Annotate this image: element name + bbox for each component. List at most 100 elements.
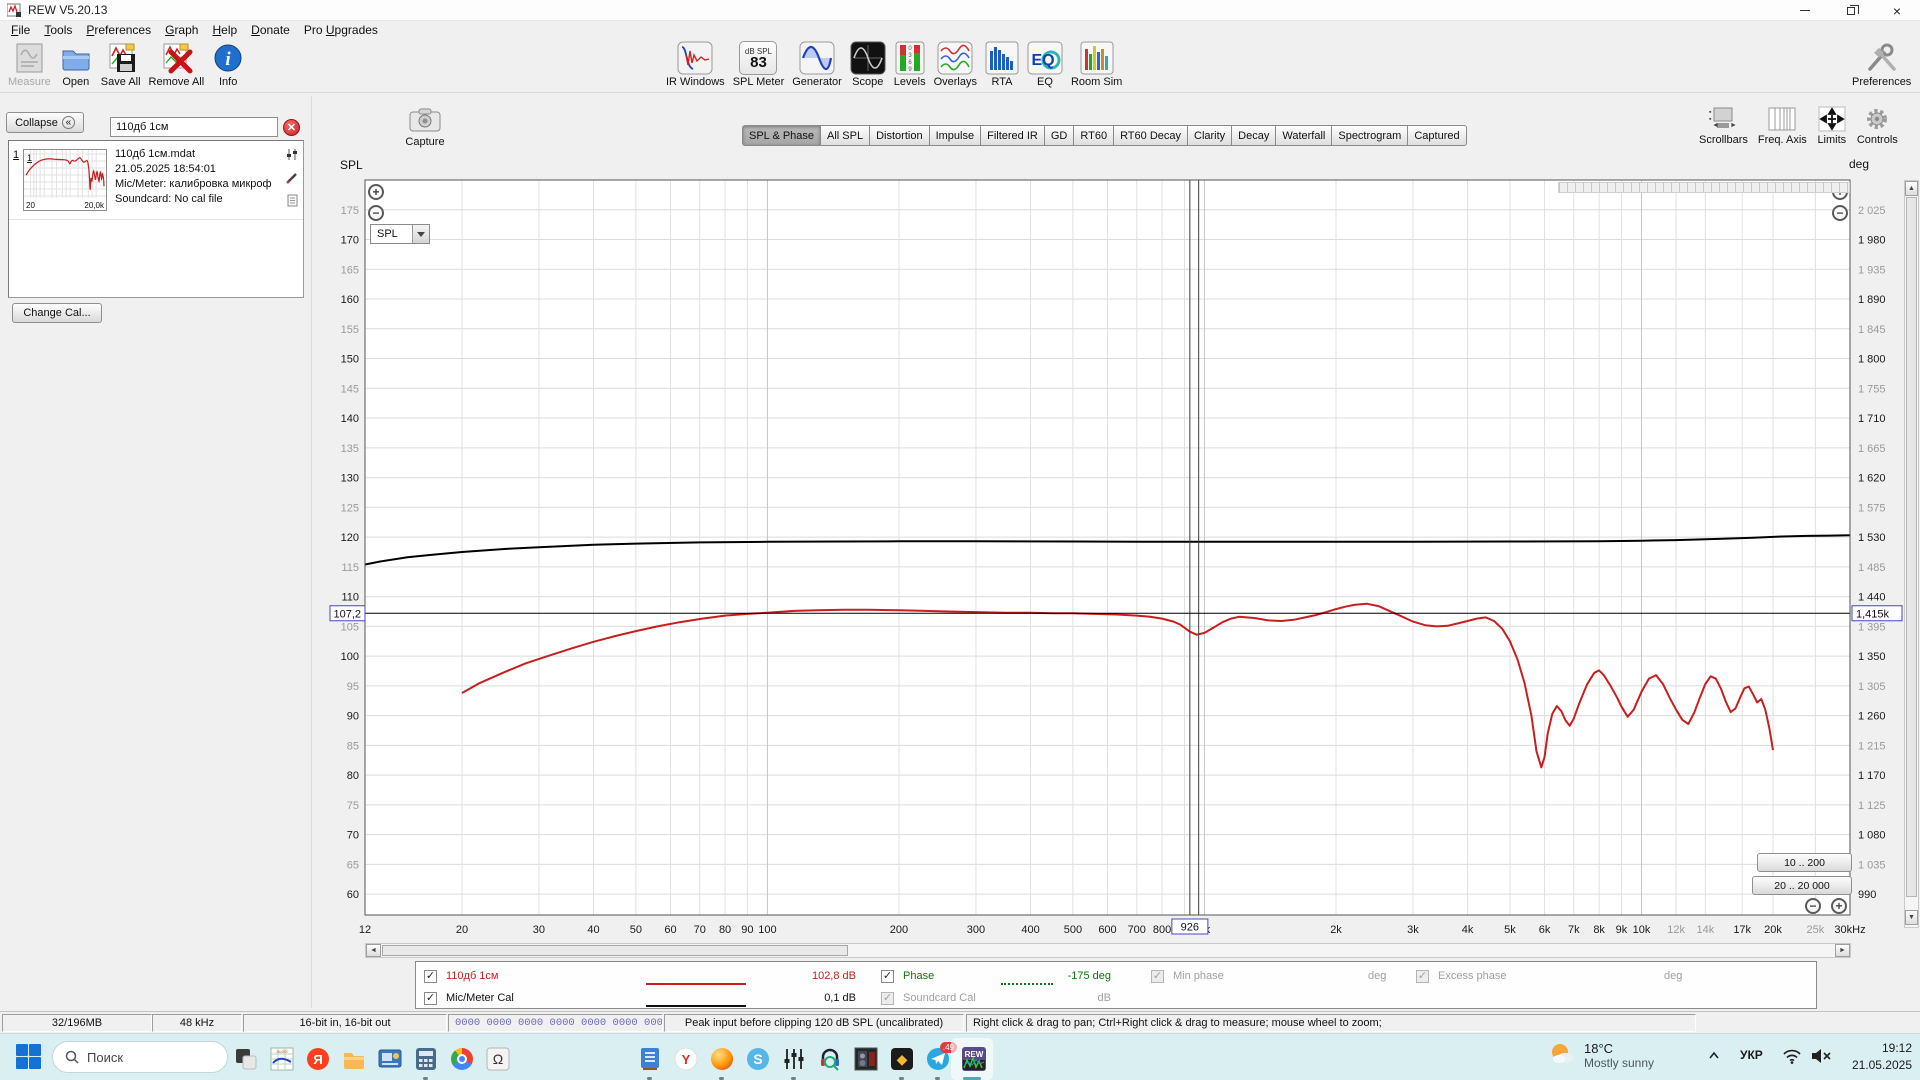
close-button[interactable]: × (1874, 0, 1920, 21)
scrollbars-button[interactable]: ◄►▪▪Scrollbars (1694, 104, 1753, 146)
menu-item-tools[interactable]: Tools (37, 22, 79, 38)
capture-button[interactable]: Capture (403, 108, 447, 148)
restore-button[interactable] (1828, 0, 1874, 21)
start-button[interactable] (16, 1044, 42, 1070)
taskbar-yandex-browser-icon[interactable]: Y (673, 1046, 699, 1072)
taskbar-audio-search-icon[interactable] (817, 1046, 843, 1072)
edit-pencil-icon[interactable] (285, 170, 299, 184)
tab-all-spl[interactable]: All SPL (821, 125, 870, 146)
top-scrollbar[interactable] (1558, 182, 1850, 193)
y-axis-label: 85 (347, 740, 359, 752)
zoom-out-y-icon[interactable]: − (368, 205, 384, 221)
title-bar: REW V5.20.13 × (0, 0, 1920, 21)
taskbar-telegram-icon[interactable]: .49 (925, 1046, 951, 1072)
toolbar-save-all-button[interactable]: Save All (97, 39, 145, 89)
legend-checkbox-phase[interactable]: ✓ (881, 967, 894, 985)
measurement-name-input[interactable]: 110дб 1см (110, 117, 278, 137)
taskbar-rew-app-icon[interactable]: REW (961, 1046, 987, 1072)
tab-spl-phase[interactable]: SPL & Phase (742, 125, 821, 146)
scroll-right-icon[interactable]: ► (1835, 944, 1850, 957)
trace-options-icon[interactable] (285, 147, 299, 161)
tab-waterfall[interactable]: Waterfall (1276, 125, 1332, 146)
taskbar-calculator-icon[interactable] (413, 1046, 439, 1072)
menu-item-pro-upgrades[interactable]: Pro Upgrades (297, 22, 385, 38)
menu-item-graph[interactable]: Graph (158, 22, 205, 38)
open-icon (59, 40, 93, 76)
clock[interactable]: 19:12 21.05.2025 (1840, 1040, 1912, 1074)
legend-checkbox-mic-meter-cal[interactable]: ✓ (424, 989, 437, 1007)
collapse-button[interactable]: Collapse « (6, 112, 84, 133)
change-cal-button[interactable]: Change Cal... (12, 303, 102, 323)
horizontal-scrollbar[interactable]: ◄ ► (365, 943, 1851, 958)
toolbar-scope-button[interactable]: Scope (846, 39, 890, 89)
volume-muted-icon[interactable] (1810, 1047, 1832, 1068)
remove-measurement-icon[interactable]: ✕ (283, 119, 300, 136)
tab-rt60-decay[interactable]: RT60 Decay (1114, 125, 1188, 146)
wifi-icon[interactable] (1782, 1047, 1802, 1068)
taskbar-chrome-icon[interactable] (449, 1046, 475, 1072)
taskbar-binance-icon[interactable]: ◆ (889, 1046, 915, 1072)
chevron-down-icon[interactable] (412, 225, 429, 243)
scroll-up-icon[interactable]: ▲ (1905, 181, 1918, 196)
toolbar-open-button[interactable]: Open (55, 39, 97, 89)
range-spl-button[interactable]: 10 .. 200 (1757, 853, 1852, 872)
zoom-out-right-icon[interactable]: − (1832, 205, 1848, 221)
toolbar-room-sim-button[interactable]: Room Sim (1067, 39, 1126, 89)
scroll-down-icon[interactable]: ▼ (1905, 910, 1918, 925)
taskbar-speaker-test-icon[interactable] (853, 1046, 879, 1072)
tab-clarity[interactable]: Clarity (1188, 125, 1232, 146)
menu-item-help[interactable]: Help (205, 22, 244, 38)
toolbar-overlays-button[interactable]: Overlays (930, 39, 981, 89)
tab-rt60[interactable]: RT60 (1074, 125, 1114, 146)
menu-item-preferences[interactable]: Preferences (79, 22, 158, 38)
range-freq-button[interactable]: 20 .. 20 000 (1752, 876, 1852, 895)
zoom-out-x-icon[interactable]: − (1805, 898, 1821, 914)
toolbar-generator-button[interactable]: Generator (788, 39, 846, 89)
vertical-scrollbar[interactable]: ▲ ▼ (1904, 180, 1919, 928)
legend-checkbox-110дб-1см[interactable]: ✓ (424, 967, 437, 985)
tab-filtered-ir[interactable]: Filtered IR (981, 125, 1045, 146)
toolbar-ir-windows-button[interactable]: IR Windows (662, 39, 729, 89)
menu-item-file[interactable]: File (4, 22, 37, 38)
notes-icon[interactable] (285, 193, 299, 207)
taskbar-skype-icon[interactable]: S (745, 1046, 771, 1072)
taskbar-omega-icon[interactable]: Ω (485, 1046, 511, 1072)
tab-spectrogram[interactable]: Spectrogram (1332, 125, 1408, 146)
minimize-button[interactable] (1782, 0, 1828, 21)
tab-captured[interactable]: Captured (1408, 125, 1466, 146)
measurement-thumbnail[interactable]: 12020,0k (23, 149, 107, 211)
toolbar-levels-button[interactable]: 0369Levels (890, 39, 930, 89)
toolbar-eq-button[interactable]: EQEQ (1023, 39, 1067, 89)
taskbar-display-panel-icon[interactable] (377, 1046, 403, 1072)
zoom-in-x-icon[interactable]: + (1831, 898, 1847, 914)
taskbar-spreadsheet-app-icon[interactable]: audol (269, 1046, 295, 1072)
trace-type-select[interactable]: SPL (370, 224, 430, 244)
limits-button[interactable]: Limits (1812, 104, 1852, 146)
tab-gd[interactable]: GD (1045, 125, 1075, 146)
search-input[interactable]: Поиск (52, 1041, 228, 1073)
toolbar-info-button[interactable]: iInfo (208, 39, 248, 89)
tab-impulse[interactable]: Impulse (930, 125, 982, 146)
language-indicator[interactable]: УКР (1740, 1048, 1763, 1062)
toolbar-spl-meter-button[interactable]: dB SPL83SPL Meter (729, 39, 789, 89)
tab-distortion[interactable]: Distortion (870, 125, 929, 146)
toolbar-rta-button[interactable]: RTA (981, 39, 1023, 89)
tray-expand-icon[interactable] (1706, 1048, 1722, 1067)
legend-checkbox-excess-phase: ✓ (1416, 967, 1429, 985)
taskbar-mixer-icon[interactable] (781, 1046, 807, 1072)
taskbar-yandex-icon[interactable]: Я (305, 1046, 331, 1072)
zoom-in-y-icon[interactable]: + (368, 184, 384, 200)
menu-item-donate[interactable]: Donate (244, 22, 297, 38)
taskbar-task-squares-icon[interactable] (233, 1046, 259, 1072)
toolbar-preferences-button[interactable]: Preferences (1848, 39, 1915, 89)
taskbar-notes-blue-icon[interactable] (637, 1046, 663, 1072)
taskbar-firefox-icon[interactable] (709, 1046, 735, 1072)
measurement-list[interactable]: 1 12020,0k 110дб 1см.mdat 21.05.2025 18:… (8, 140, 304, 298)
taskbar-explorer-icon[interactable] (341, 1046, 367, 1072)
scroll-left-icon[interactable]: ◄ (366, 944, 381, 957)
toolbar-remove-all-button[interactable]: Remove All (145, 39, 209, 89)
tab-decay[interactable]: Decay (1232, 125, 1276, 146)
weather-widget[interactable]: 18°CMostly sunny (1548, 1040, 1654, 1071)
controls-button[interactable]: Controls (1852, 104, 1903, 146)
freq-axis-button[interactable]: Freq. Axis (1753, 104, 1812, 146)
